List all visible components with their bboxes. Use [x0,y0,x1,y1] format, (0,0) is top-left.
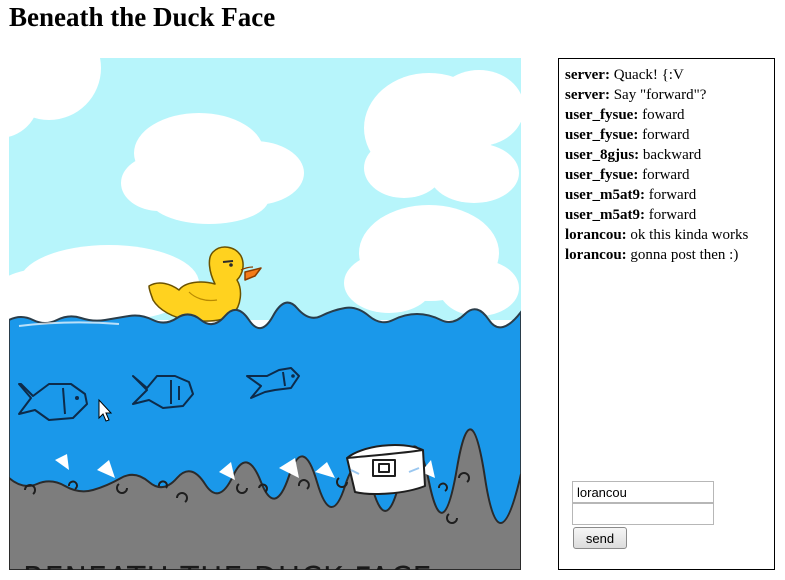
chat-message: user_m5at9: forward [565,205,770,225]
chat-panel: server: Quack! {:V server: Say "forward"?… [558,58,775,570]
chat-message-user: server: [565,87,610,103]
chat-message-text: forward [638,127,690,143]
chat-message: user_fysue: forward [565,125,770,145]
chat-message-user: user_m5at9: [565,187,645,203]
chat-message-text: forward [638,167,690,183]
chat-message-user: user_fysue: [565,127,639,143]
chat-message: lorancou: ok this kinda works [565,225,770,245]
chat-message: server: Quack! {:V [565,65,770,85]
chat-message: lorancou: gonna post then :) [565,245,770,265]
chat-message: user_m5at9: forward [565,185,770,205]
chat-message-user: user_fysue: [565,167,639,183]
chat-message-user: lorancou: [565,227,627,243]
chat-message-user: server: [565,67,610,83]
treasure-chest [346,444,426,495]
chat-message-text: Quack! {:V [609,67,684,83]
chat-message-text: forward [644,187,697,203]
page-title: Beneath the Duck Face [9,2,276,32]
chat-message-text: forward [644,207,697,223]
chat-message-user: lorancou: [565,247,627,263]
game-canvas[interactable]: BENEATH THE DUCK FACE [9,58,521,570]
chat-message-text: Say "forward"? [609,87,707,103]
chat-message: user_8gjus: backward [565,145,770,165]
chat-message-user: user_m5at9: [565,207,645,223]
cloud [364,70,521,203]
chat-message-user: user_fysue: [565,107,639,123]
chat-message: server: Say "forward"? [565,85,770,105]
chat-message-text: gonna post then :) [626,247,739,263]
chat-log: server: Quack! {:V server: Say "forward"?… [565,65,770,265]
chat-message-text: ok this kinda works [626,227,749,243]
chat-message-text: backward [639,147,702,163]
username-input[interactable] [572,481,714,503]
chat-message-text: foward [638,107,685,123]
message-input[interactable] [572,503,714,525]
chat-message: user_fysue: foward [565,105,770,125]
game-scene[interactable]: BENEATH THE DUCK FACE [9,58,521,570]
chat-message: user_fysue: forward [565,165,770,185]
send-button[interactable]: send [573,527,627,549]
chat-message-user: user_8gjus: [565,147,640,163]
game-caption: BENEATH THE DUCK FACE [23,560,432,570]
